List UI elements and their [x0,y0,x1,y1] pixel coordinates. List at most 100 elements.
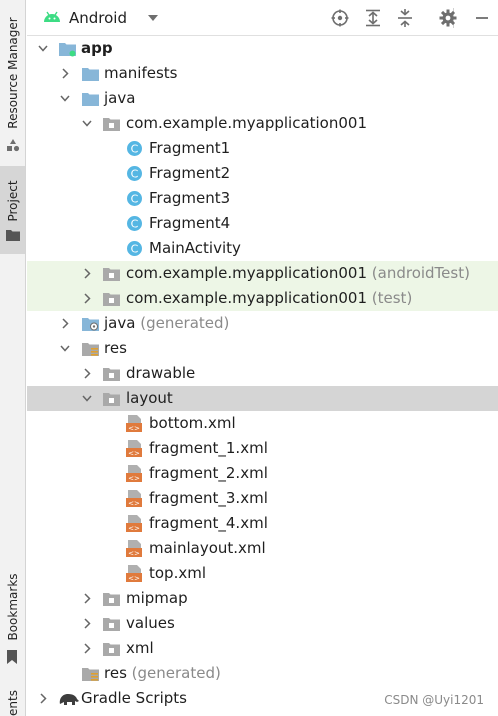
chevron-right-icon[interactable] [82,643,92,654]
package-icon [103,268,120,281]
minimize-icon[interactable] [473,9,491,27]
tree-node-package-android-test[interactable]: com.example.myapplication001 (androidTes… [27,261,498,286]
svg-text:<>: <> [128,550,140,558]
xml-file-icon: <> [126,515,142,532]
chevron-right-icon[interactable] [60,68,70,79]
package-name: com.example.myapplication001 [126,264,367,282]
resource-manager-tab[interactable]: Resource Manager [0,0,25,158]
tree-label-layout: layout [126,389,173,407]
tree-node-fragment2[interactable]: C Fragment2 [27,161,498,186]
tree-node-package-test[interactable]: com.example.myapplication001 (test) [27,286,498,311]
folder-name: res [104,664,127,682]
resources-folder-icon [82,343,99,356]
tree-node-app[interactable]: app [27,36,498,61]
tree-node-main-activity[interactable]: C MainActivity [27,236,498,261]
package-name: com.example.myapplication001 [126,289,367,307]
tree-label-manifests: manifests [104,64,178,82]
xml-file-icon: <> [126,540,142,558]
svg-text:C: C [131,168,139,181]
generated-suffix: (generated) [131,664,221,682]
chevron-down-icon[interactable] [82,393,92,404]
tree-node-layout[interactable]: layout [27,386,498,411]
xml-file-icon: <> [126,415,142,433]
chevron-right-icon[interactable] [82,293,92,304]
chevron-down-icon[interactable] [82,118,92,129]
xml-file-icon: <> [126,565,142,582]
view-selector-title[interactable]: Android [69,9,127,27]
svg-text:<>: <> [128,450,140,458]
source-set-suffix: (androidTest) [371,264,470,282]
tree-node-fragment1[interactable]: C Fragment1 [27,136,498,161]
generated-folder-icon [82,318,99,331]
package-icon [103,618,120,631]
class-icon: C [127,141,142,156]
dropdown-icon[interactable] [147,14,159,22]
tree-node-package-main[interactable]: com.example.myapplication001 [27,111,498,136]
tree-label-res: res [104,339,127,357]
tree-node-layout-file[interactable]: <> fragment_3.xml [27,486,498,511]
tree-label-fragment4: Fragment4 [149,214,231,232]
tree-node-layout-file[interactable]: <> bottom.xml [27,411,498,436]
tree-node-layout-file[interactable]: <> fragment_1.xml [27,436,498,461]
tree-label-java-generated: java (generated) [104,311,229,336]
chevron-down-icon[interactable] [38,43,48,54]
project-folder-icon [6,230,20,241]
resources-folder-icon [82,668,99,681]
expand-all-icon[interactable] [364,9,382,27]
project-tree: app manifests java com.example.myapplica… [27,36,498,711]
tree-label-res-generated: res (generated) [104,661,221,686]
xml-file-icon: <> [126,490,142,507]
chevron-right-icon[interactable] [82,368,92,379]
locate-icon[interactable] [331,9,349,27]
tree-label-layout-file: bottom.xml [149,414,236,432]
chevron-right-icon[interactable] [38,693,48,704]
tree-node-layout-file[interactable]: <> top.xml [27,561,498,586]
tree-node-layout-file[interactable]: <> fragment_2.xml [27,461,498,486]
tree-label-layout-file: fragment_4.xml [149,514,268,532]
tree-label-layout-file: fragment_2.xml [149,464,268,482]
settings-icon[interactable] [439,9,457,27]
tree-label-fragment2: Fragment2 [149,164,231,182]
bottom-partial-tab[interactable]: ents [0,686,25,716]
chevron-down-icon[interactable] [60,343,70,354]
tree-label-app: app [81,39,113,57]
bookmarks-tab[interactable]: Bookmarks [0,570,25,670]
tree-node-values[interactable]: values [27,611,498,636]
chevron-down-icon[interactable] [60,93,70,104]
tree-node-layout-file[interactable]: <> mainlayout.xml [27,536,498,561]
tree-node-drawable[interactable]: drawable [27,361,498,386]
tree-label-values: values [126,614,175,632]
tree-node-fragment3[interactable]: C Fragment3 [27,186,498,211]
tree-node-manifests[interactable]: manifests [27,61,498,86]
tree-label-drawable: drawable [126,364,196,382]
package-icon [103,393,120,406]
tree-node-layout-file[interactable]: <> fragment_4.xml [27,511,498,536]
tree-label-mipmap: mipmap [126,589,188,607]
tree-label-fragment1: Fragment1 [149,139,231,157]
chevron-right-icon[interactable] [82,593,92,604]
bottom-partial-label: ents [5,690,20,716]
svg-text:C: C [131,193,139,206]
project-panel: Android app manifests java com.example.m… [27,0,498,716]
project-tab[interactable]: Project [0,166,25,254]
collapse-all-icon[interactable] [396,9,414,27]
package-icon [103,293,120,306]
tree-node-mipmap[interactable]: mipmap [27,586,498,611]
xml-file-icon: <> [126,440,142,458]
svg-text:<>: <> [128,425,140,433]
chevron-right-icon[interactable] [60,318,70,329]
tree-label-layout-file: mainlayout.xml [149,539,266,557]
tree-node-fragment4[interactable]: C Fragment4 [27,211,498,236]
package-icon [103,368,120,381]
tree-node-res[interactable]: res [27,336,498,361]
chevron-right-icon[interactable] [82,268,92,279]
tree-node-xml[interactable]: xml [27,636,498,661]
bookmarks-label: Bookmarks [5,573,20,641]
chevron-right-icon[interactable] [82,618,92,629]
tree-node-res-generated[interactable]: res (generated) [27,661,498,686]
project-label: Project [5,180,20,222]
xml-file-icon: <> [126,465,142,482]
tree-node-java[interactable]: java [27,86,498,111]
tree-label-main-activity: MainActivity [149,239,241,257]
tree-node-java-generated[interactable]: java (generated) [27,311,498,336]
